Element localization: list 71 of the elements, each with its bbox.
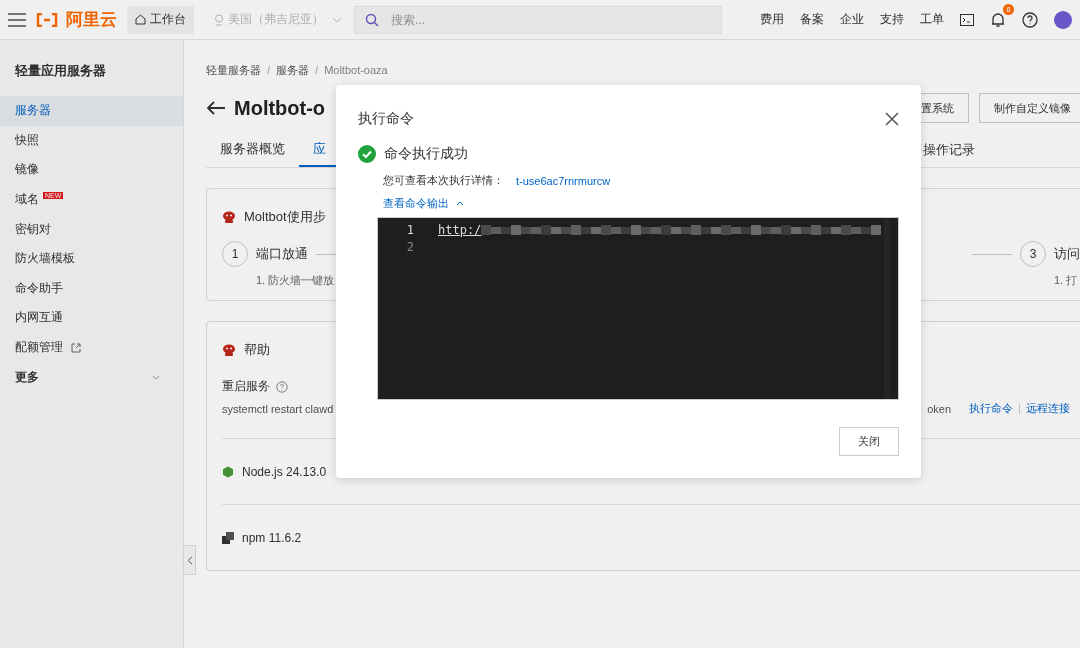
task-id-link[interactable]: t-use6ac7rnrmurcw — [516, 174, 611, 187]
step-description: 1. 打 — [1053, 273, 1079, 288]
workbench-button[interactable]: 工作台 — [127, 5, 194, 34]
sidebar-item[interactable]: 更多 — [0, 362, 183, 392]
sidebar-item[interactable]: 防火墙模板 — [0, 243, 183, 274]
sidebar-item[interactable]: 服务器 — [0, 96, 183, 126]
output-toggle[interactable]: 查看命令输出 — [383, 196, 464, 211]
close-button[interactable]: 关闭 — [839, 427, 899, 456]
notification-count: 8 — [1003, 3, 1014, 15]
version-label: npm 11.6.2 — [242, 530, 302, 545]
header-button[interactable]: 制作自定义镜像 — [979, 93, 1080, 123]
sidebar-item[interactable]: 快照 — [0, 125, 183, 156]
search-field[interactable]: 搜索... — [354, 5, 722, 34]
logo-icon — [36, 12, 58, 27]
command-text: systemctl restart clawd — [222, 402, 334, 415]
help-icon — [276, 380, 288, 393]
breadcrumb-link[interactable]: 轻量服务器 — [206, 62, 261, 78]
external-link-icon — [71, 342, 81, 353]
terminal-icon[interactable] — [960, 13, 974, 26]
bell-icon[interactable] — [990, 11, 1006, 28]
action-link[interactable]: 执行命令 — [969, 401, 1013, 416]
close-icon[interactable] — [885, 112, 899, 126]
step-title: 端口放通 — [256, 245, 308, 263]
action-link[interactable]: 远程连接 — [1026, 401, 1070, 416]
step-description: 1. 防火墙一键放 — [255, 273, 336, 288]
line-number: 1 — [405, 222, 414, 237]
top-nav-link[interactable]: 企业 — [840, 11, 864, 28]
tab[interactable]: 服务器概览 — [206, 132, 299, 167]
robot-icon — [222, 343, 236, 357]
breadcrumb-link[interactable]: 服务器 — [276, 62, 310, 78]
robot-icon — [222, 210, 236, 224]
search-icon — [365, 12, 379, 27]
breadcrumb-link[interactable]: Moltbot-oaza — [324, 64, 388, 76]
location-pin-icon — [214, 13, 224, 26]
sidebar-item[interactable]: 配额管理 — [0, 332, 183, 363]
stacked-squares-icon — [222, 531, 234, 544]
success-check-icon — [358, 145, 376, 163]
output-text: http:/ — [438, 222, 482, 237]
home-icon — [135, 14, 146, 25]
version-label: Node.js 24.13.0 — [242, 464, 327, 479]
chevron-up-icon — [456, 201, 464, 206]
dialog-title: 执行命令 — [358, 110, 414, 128]
top-nav-link[interactable]: 工单 — [920, 11, 944, 28]
step-title: 访问 — [1054, 245, 1080, 263]
card-title: 帮助 — [244, 341, 270, 359]
search-input[interactable]: 搜索... — [389, 11, 689, 28]
chevron-down-icon — [332, 16, 342, 23]
sidebar-title: 轻量应用服务器 — [14, 62, 107, 80]
status-text: 命令执行成功 — [384, 145, 468, 163]
sidebar-item[interactable]: 密钥对 — [0, 214, 183, 244]
card-title: Moltbot使用步 — [244, 208, 326, 226]
back-arrow-icon[interactable] — [206, 101, 226, 115]
top-nav-link[interactable]: 费用 — [760, 11, 784, 28]
sidebar-item[interactable]: 命令助手 — [0, 273, 183, 304]
page-title: Moltbot-o — [234, 96, 326, 120]
detail-label: 您可查看本次执行详情： — [383, 173, 504, 188]
sidebar-item[interactable]: 内网互通 — [0, 303, 183, 333]
menu-icon[interactable] — [8, 12, 26, 27]
restart-label: 重启服务 — [222, 378, 270, 395]
help-icon[interactable] — [1022, 11, 1038, 28]
breadcrumb-separator: / — [315, 64, 319, 76]
top-nav-link[interactable]: 支持 — [880, 11, 904, 28]
breadcrumb-separator: / — [267, 64, 271, 76]
line-number: 2 — [405, 239, 414, 254]
sidebar-item[interactable]: 镜像 — [0, 155, 183, 185]
top-nav-link[interactable]: 备案 — [800, 11, 824, 28]
hexagon-icon — [222, 465, 234, 478]
chevron-left-icon — [186, 555, 193, 565]
token-text: oken — [927, 402, 951, 415]
avatar[interactable] — [1054, 10, 1072, 29]
tab[interactable]: 操作记录 — [923, 132, 975, 167]
